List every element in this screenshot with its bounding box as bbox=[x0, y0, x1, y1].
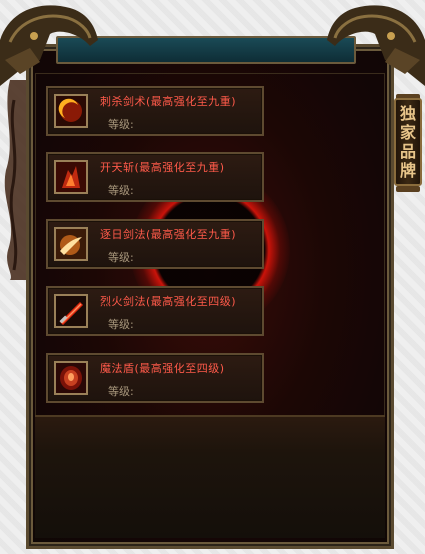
skill-level-label: 等级: bbox=[108, 385, 134, 398]
banner-char: 家 bbox=[399, 123, 416, 142]
skill-name: 魔法盾(最高强化至四级) bbox=[100, 362, 225, 375]
magic-shield-icon[interactable] bbox=[54, 361, 88, 395]
skill-name: 刺杀剑术(最高强化至九重) bbox=[100, 95, 237, 108]
banner-char: 牌 bbox=[399, 161, 416, 180]
skill-level-label: 等级: bbox=[108, 318, 134, 331]
skill-name: 逐日剑法(最高强化至九重) bbox=[100, 228, 237, 241]
crescent-strike-icon[interactable] bbox=[54, 94, 88, 128]
skill-row-sky-cleave[interactable]: 开天斩(最高强化至九重) 等级: bbox=[46, 152, 264, 202]
skill-row-sun-chase-sword[interactable]: 逐日剑法(最高强化至九重) 等级: bbox=[46, 219, 264, 269]
banner-cap-bottom bbox=[396, 186, 420, 192]
skill-row-magic-shield[interactable]: 魔法盾(最高强化至四级) 等级: bbox=[46, 353, 264, 403]
skill-name: 烈火剑法(最高强化至四级) bbox=[100, 295, 237, 308]
exclusive-brand-banner: 独 家 品 牌 bbox=[394, 98, 422, 186]
panel-title-bar bbox=[56, 36, 356, 64]
skill-row-assassinate-sword[interactable]: 刺杀剑术(最高强化至九重) 等级: bbox=[46, 86, 264, 136]
sun-chase-sword-icon[interactable] bbox=[54, 227, 88, 261]
skill-level-label: 等级: bbox=[108, 251, 134, 264]
skill-row-blazing-sword[interactable]: 烈火剑法(最高强化至四级) 等级: bbox=[46, 286, 264, 336]
sky-cleave-icon[interactable] bbox=[54, 160, 88, 194]
skill-name: 开天斩(最高强化至九重) bbox=[100, 161, 225, 174]
dragon-head-ornament-right bbox=[327, 5, 425, 86]
banner-char: 品 bbox=[399, 142, 416, 161]
blazing-sword-icon[interactable] bbox=[54, 294, 88, 328]
dragon-head-ornament-left bbox=[0, 5, 98, 86]
banner-char: 独 bbox=[399, 104, 416, 123]
skill-level-label: 等级: bbox=[108, 118, 134, 131]
panel-bottom-area bbox=[35, 415, 385, 538]
skill-level-label: 等级: bbox=[108, 184, 134, 197]
